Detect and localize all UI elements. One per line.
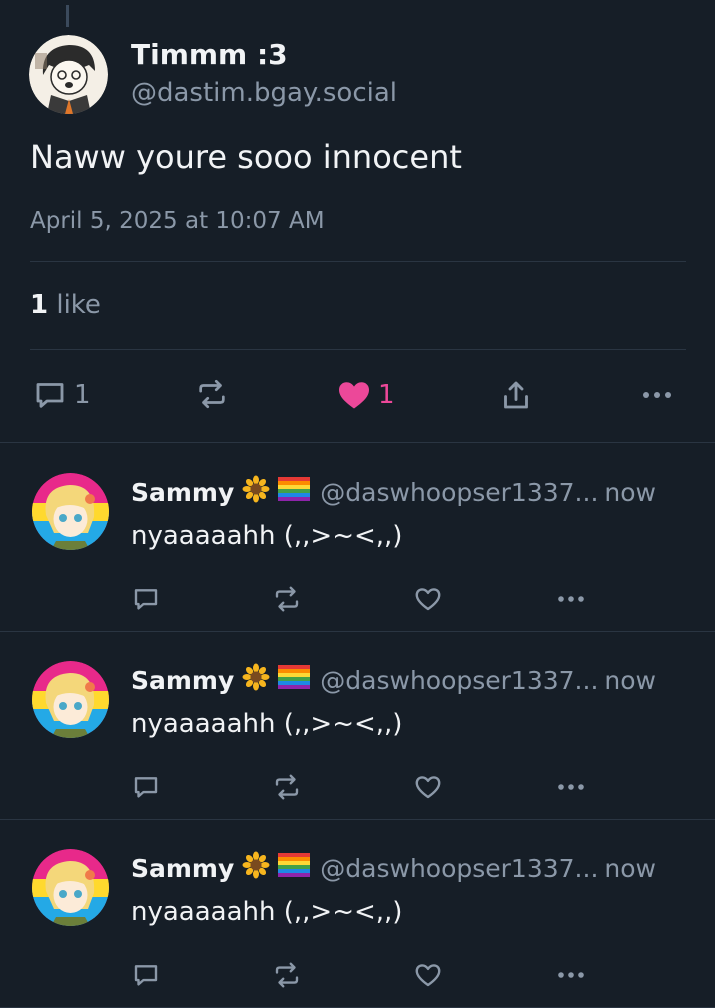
post-timestamp[interactable]: April 5, 2025 at 10:07 AM xyxy=(30,208,325,234)
reply-post[interactable]: Sammy @daswhoopser1337... now nyaaaaahh … xyxy=(0,819,715,1008)
reply-icon xyxy=(134,589,158,610)
reply-author-avatar[interactable] xyxy=(32,473,109,550)
more-horizontal-icon xyxy=(643,392,671,398)
more-options-button[interactable] xyxy=(555,774,589,800)
reply-author-name[interactable]: Sammy xyxy=(131,666,234,695)
main-post: Timmm :3 @dastim.bgay.social Naww youre … xyxy=(0,0,715,443)
like-button[interactable] xyxy=(413,960,443,990)
reply-time[interactable]: now xyxy=(604,478,656,507)
reply-icon xyxy=(134,777,158,798)
reply-author-name[interactable]: Sammy xyxy=(131,478,234,507)
like-button[interactable] xyxy=(413,584,443,614)
reply-author-handle[interactable]: @daswhoopser1337... xyxy=(320,854,598,883)
heart-outline-icon xyxy=(415,776,441,799)
repost-button[interactable] xyxy=(272,960,302,990)
sunflower-emoji-icon xyxy=(242,663,270,697)
heart-outline-icon xyxy=(415,588,441,611)
reply-post[interactable]: Sammy @daswhoopser1337... now nyaaaaahh … xyxy=(0,631,715,820)
reply-text: nyaaaaahh (,,>~<,,) xyxy=(131,521,403,551)
reply-icon xyxy=(36,383,64,408)
more-options-button[interactable] xyxy=(640,380,676,410)
repost-button[interactable] xyxy=(272,584,302,614)
like-button[interactable] xyxy=(413,772,443,802)
repost-button[interactable] xyxy=(195,377,229,411)
rainbow-flag-emoji-icon xyxy=(278,853,311,883)
reply-author-name[interactable]: Sammy xyxy=(131,854,234,883)
divider xyxy=(30,349,686,350)
divider xyxy=(30,261,686,262)
post-text: Naww youre sooo innocent xyxy=(30,138,462,176)
reply-header: Sammy @daswhoopser1337... now xyxy=(131,663,691,697)
share-icon xyxy=(504,381,528,409)
reply-text: nyaaaaahh (,,>~<,,) xyxy=(131,897,403,927)
reply-time[interactable]: now xyxy=(604,666,656,695)
repost-icon xyxy=(199,379,225,409)
reply-button[interactable] xyxy=(131,584,161,614)
reply-author-handle[interactable]: @daswhoopser1337... xyxy=(320,666,598,695)
author-handle[interactable]: @dastim.bgay.social xyxy=(131,78,397,108)
more-options-button[interactable] xyxy=(555,962,589,988)
reply-post[interactable]: Sammy @daswhoopser1337... now nyaaaaahh … xyxy=(0,443,715,632)
heart-filled-icon xyxy=(339,382,369,409)
more-horizontal-icon xyxy=(558,784,584,790)
reply-text: nyaaaaahh (,,>~<,,) xyxy=(131,709,403,739)
repost-icon xyxy=(275,962,299,988)
like-button[interactable]: 1 xyxy=(336,377,395,413)
reply-time[interactable]: now xyxy=(604,854,656,883)
more-horizontal-icon xyxy=(558,596,584,602)
likes-summary[interactable]: 1 like xyxy=(30,290,101,320)
more-options-button[interactable] xyxy=(555,586,589,612)
reply-header: Sammy @daswhoopser1337... now xyxy=(131,851,691,885)
sunflower-emoji-icon xyxy=(242,851,270,885)
repost-button[interactable] xyxy=(272,772,302,802)
reply-button[interactable] xyxy=(131,772,161,802)
reply-count: 1 xyxy=(74,380,91,410)
likes-label: like xyxy=(48,290,101,320)
reply-button[interactable]: 1 xyxy=(32,377,91,413)
reply-author-avatar[interactable] xyxy=(32,849,109,926)
rainbow-flag-emoji-icon xyxy=(278,477,311,507)
reply-icon xyxy=(134,965,158,986)
more-horizontal-icon xyxy=(558,972,584,978)
likes-count: 1 xyxy=(30,290,49,320)
reply-button[interactable] xyxy=(131,960,161,990)
reply-author-avatar[interactable] xyxy=(32,661,109,738)
heart-outline-icon xyxy=(415,964,441,987)
repost-icon xyxy=(275,774,299,800)
like-count: 1 xyxy=(378,380,395,410)
repost-icon xyxy=(275,586,299,612)
reply-header: Sammy @daswhoopser1337... now xyxy=(131,475,691,509)
author-avatar[interactable] xyxy=(29,35,108,114)
sunflower-emoji-icon xyxy=(242,475,270,509)
share-button[interactable] xyxy=(498,377,534,413)
author-name[interactable]: Timmm :3 xyxy=(131,38,288,71)
reply-author-handle[interactable]: @daswhoopser1337... xyxy=(320,478,598,507)
rainbow-flag-emoji-icon xyxy=(278,665,311,695)
